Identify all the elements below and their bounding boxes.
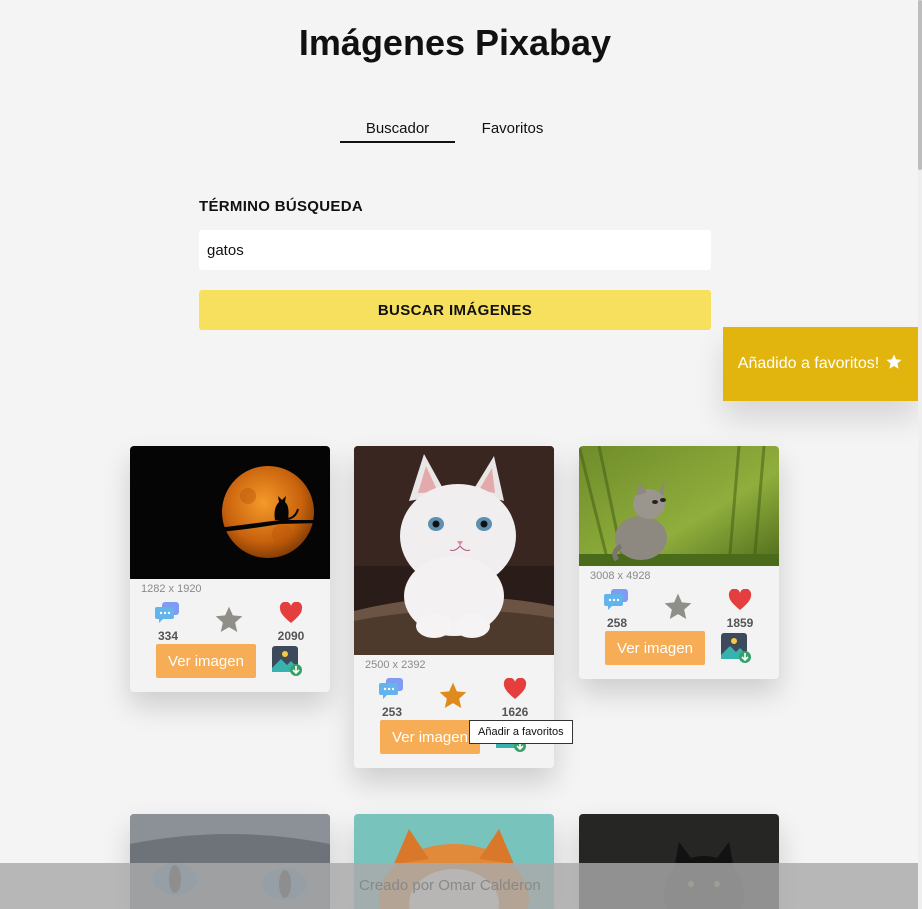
image-card: 1282 x 1920 334 2090 Ver imagen — [130, 446, 330, 692]
comment-icon — [379, 678, 403, 699]
footer-text: Creado por Omar Calderon — [359, 877, 541, 894]
favorite-star-icon[interactable] — [653, 591, 703, 628]
comment-icon — [155, 602, 179, 623]
search-label: TÉRMINO BÚSQUEDA — [199, 198, 363, 215]
likes-count: 1859 — [726, 616, 754, 630]
card-photo[interactable] — [579, 446, 779, 566]
likes-count: 2090 — [277, 629, 305, 643]
image-dimensions: 2500 x 2392 — [365, 659, 426, 671]
view-image-button[interactable]: Ver imagen — [605, 631, 705, 665]
heart-icon — [728, 588, 752, 610]
likes-stat: 1859 — [715, 588, 765, 630]
footer: Creado por Omar Calderon — [0, 863, 918, 909]
download-image-icon[interactable] — [721, 633, 751, 668]
tab-bar: Buscador Favoritos — [340, 120, 570, 143]
comments-count: 258 — [606, 616, 628, 630]
page-title: Imágenes Pixabay — [298, 22, 612, 63]
favorite-star-icon[interactable] — [204, 604, 254, 641]
search-button[interactable]: BUSCAR IMÁGENES — [199, 290, 711, 330]
likes-stat: 1626 — [490, 677, 540, 719]
heart-icon — [503, 677, 527, 699]
view-image-button[interactable]: Ver imagen — [380, 720, 480, 754]
download-image-icon[interactable] — [272, 646, 302, 681]
heart-icon — [279, 601, 303, 623]
comment-icon — [604, 589, 628, 610]
likes-count: 1626 — [501, 705, 529, 719]
star-icon — [885, 353, 903, 376]
comments-count: 334 — [157, 629, 179, 643]
image-card: 3008 x 4928 258 1859 Ver imagen — [579, 446, 779, 679]
image-dimensions: 3008 x 4928 — [590, 570, 651, 582]
view-image-button[interactable]: Ver imagen — [156, 644, 256, 678]
image-dimensions: 1282 x 1920 — [141, 583, 202, 595]
favorite-toast: Añadido a favoritos! — [723, 327, 918, 401]
comments-stat: 253 — [367, 678, 417, 719]
comments-stat: 334 — [143, 602, 193, 643]
tooltip: Añadir a favoritos — [469, 720, 573, 744]
favorite-star-icon[interactable] — [428, 680, 478, 717]
scrollbar-thumb[interactable] — [918, 0, 922, 170]
comments-stat: 258 — [592, 589, 642, 630]
likes-stat: 2090 — [266, 601, 316, 643]
toast-text: Añadido a favoritos! — [737, 355, 880, 372]
scrollbar[interactable] — [918, 0, 922, 909]
card-photo[interactable] — [130, 446, 330, 579]
card-photo[interactable] — [354, 446, 554, 655]
tab-buscador[interactable]: Buscador — [340, 120, 455, 143]
comments-count: 253 — [381, 705, 403, 719]
tab-favoritos[interactable]: Favoritos — [455, 120, 570, 143]
search-input[interactable] — [199, 230, 711, 270]
